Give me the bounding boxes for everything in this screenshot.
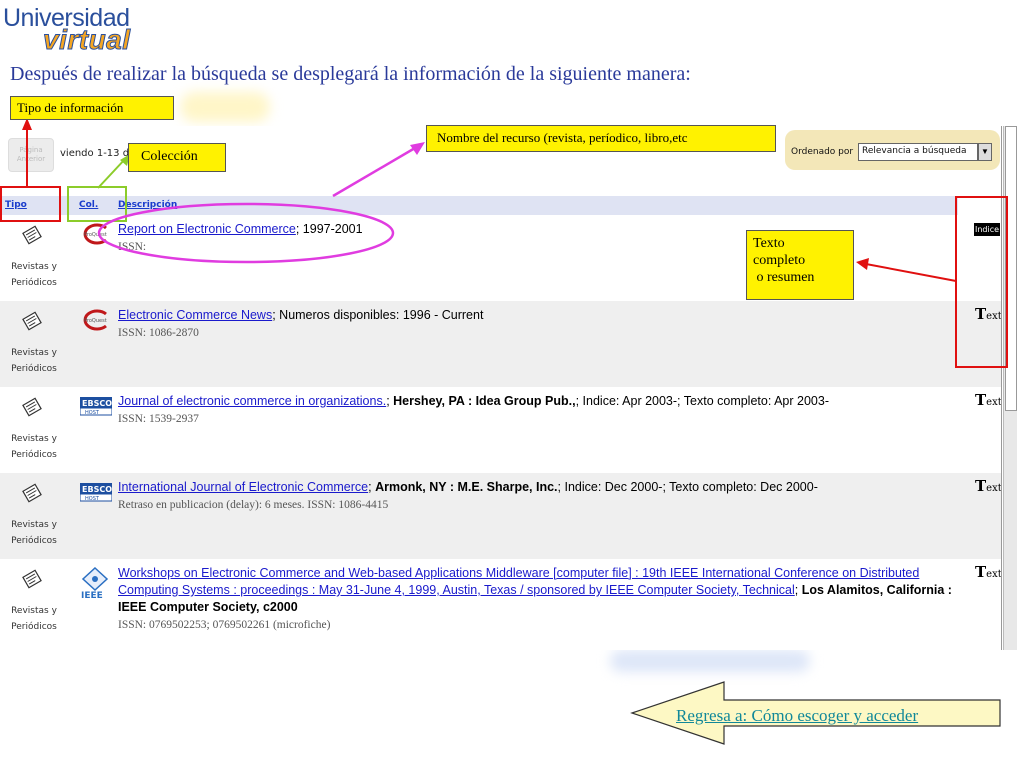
resource-title-link[interactable]: Report on Electronic Commerce	[118, 222, 296, 236]
full-text-icon[interactable]: Text	[975, 563, 1001, 581]
texto-highlight-box	[955, 196, 1008, 368]
search-results-screenshot: Página Anterior viendo 1-13 de Ordenado …	[0, 126, 1002, 650]
ebsco-logo-icon: EBSCO HOST	[80, 483, 112, 502]
return-link[interactable]: Regresa a: Cómo escoger y acceder	[676, 706, 918, 726]
proquest-logo-icon: ProQuest	[83, 223, 107, 245]
issn: ISSN: 1086-2870	[118, 327, 199, 339]
glow-decoration	[180, 92, 270, 122]
issn: ISSN: 1539-2937	[118, 413, 199, 425]
svg-text:ProQuest: ProQuest	[84, 318, 107, 324]
resource-title-link[interactable]: International Journal of Electronic Comm…	[118, 480, 368, 494]
svg-text:HOST: HOST	[85, 410, 100, 416]
glow-decoration	[610, 650, 810, 672]
callout-texto: Texto completo o resumen	[746, 230, 854, 300]
slide-heading: Después de realizar la búsqueda se despl…	[10, 63, 691, 85]
results-count: viendo 1-13 de	[60, 148, 136, 159]
journal-icon	[22, 483, 42, 503]
journal-icon	[22, 311, 42, 331]
logo-line-2: virtual	[43, 24, 131, 56]
full-text-icon[interactable]: Text	[975, 477, 1001, 495]
sort-label: Ordenado por	[791, 147, 854, 157]
ieee-logo-icon: IEEE	[81, 567, 109, 599]
type-label: Revistas y Periódicos	[11, 520, 57, 546]
callout-tipo: Tipo de información	[10, 96, 174, 120]
issn: Retraso en publicacion (delay): 6 meses.…	[118, 499, 389, 511]
journal-icon	[22, 225, 42, 245]
type-label: Revistas y Periódicos	[11, 434, 57, 460]
callout-nombre: Nombre del recurso (revista, períodico, …	[426, 125, 776, 152]
svg-text:EBSCO: EBSCO	[82, 485, 112, 494]
svg-text:EBSCO: EBSCO	[82, 399, 112, 408]
ebsco-logo-icon: EBSCO HOST	[80, 397, 112, 416]
table-row: Revistas y Periódicos EBSCO HOST Internati…	[0, 473, 1001, 559]
sort-select[interactable]: Relevancia a búsqueda	[858, 143, 978, 161]
coleccion-highlight-box	[67, 186, 127, 222]
universidad-virtual-logo: Universidad virtual	[3, 4, 153, 56]
sort-panel: Ordenado por Relevancia a búsqueda ▼	[785, 130, 1000, 170]
previous-page-button[interactable]: Página Anterior	[8, 138, 54, 172]
row-description: Electronic Commerce News; Numeros dispon…	[118, 307, 958, 342]
table-row: Revistas y Periódicos ProQuest Electronic…	[0, 301, 1001, 387]
row-description: Journal of electronic commerce in organi…	[118, 393, 958, 428]
callout-coleccion: Colección	[128, 143, 226, 172]
journal-icon	[22, 569, 42, 589]
svg-text:ProQuest: ProQuest	[84, 232, 107, 238]
journal-icon	[22, 397, 42, 417]
tipo-highlight-box	[0, 186, 61, 222]
results-column-header: Tipo Col. Descripción	[0, 196, 958, 215]
type-label: Revistas y Periódicos	[11, 348, 57, 374]
resource-title-link[interactable]: Electronic Commerce News	[118, 308, 272, 322]
chevron-down-icon[interactable]: ▼	[978, 143, 992, 161]
svg-text:HOST: HOST	[85, 496, 100, 502]
resource-title-link[interactable]: Journal of electronic commerce in organi…	[118, 394, 386, 408]
proquest-logo-icon: ProQuest	[83, 309, 107, 331]
issn: ISSN: 0769502253; 0769502261 (microfiche…	[118, 619, 331, 631]
row-description: Workshops on Electronic Commerce and Web…	[118, 565, 958, 634]
table-row: Revistas y Periódicos IEEE Workshops on E…	[0, 559, 1001, 647]
type-label: Revistas y Periódicos	[11, 262, 57, 288]
table-row: Revistas y Periódicos EBSCO HOST Journal o…	[0, 387, 1001, 473]
full-text-icon[interactable]: Text	[975, 391, 1001, 409]
type-label: Revistas y Periódicos	[11, 606, 57, 632]
row-description: International Journal of Electronic Comm…	[118, 479, 958, 514]
svg-text:IEEE: IEEE	[81, 591, 103, 599]
